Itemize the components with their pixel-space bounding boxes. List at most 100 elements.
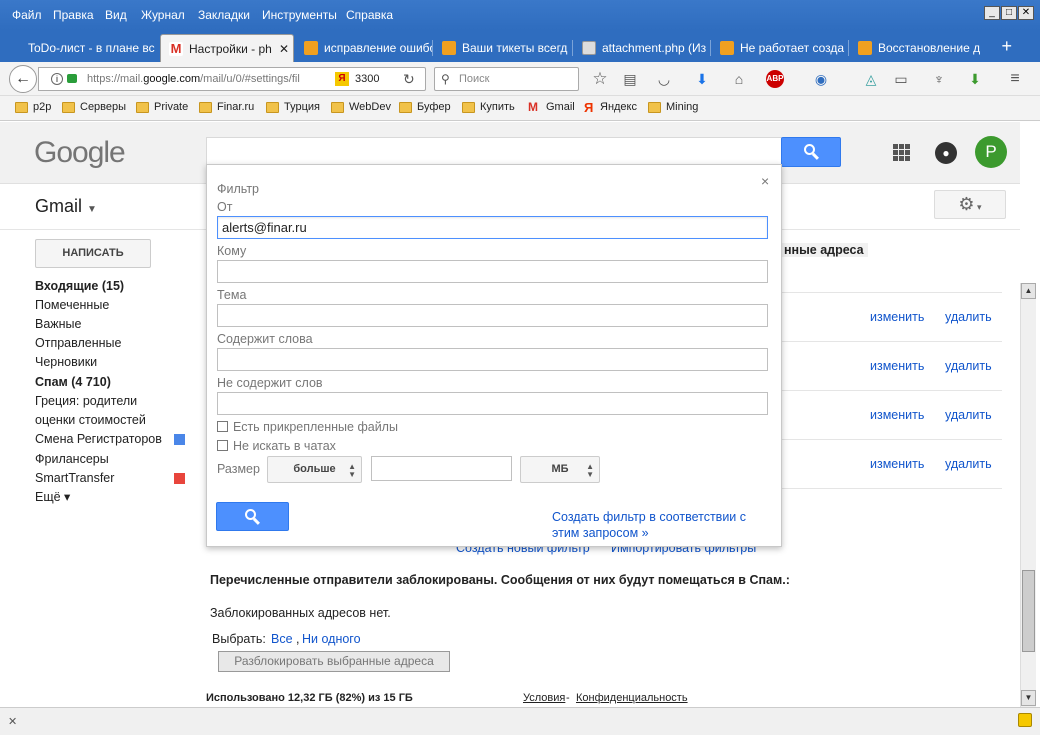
edit-filter-link[interactable]: изменить bbox=[870, 457, 924, 471]
edit-filter-link[interactable]: изменить bbox=[870, 408, 924, 422]
new-tab-button[interactable]: + bbox=[1001, 36, 1012, 57]
size-operator-select[interactable]: больше ▲ ▼ bbox=[267, 456, 362, 483]
gmail-menu[interactable]: Gmail ▼ bbox=[35, 196, 97, 217]
menu-tools[interactable]: Инструменты bbox=[262, 8, 337, 22]
size-unit-select[interactable]: МБ ▲ ▼ bbox=[520, 456, 600, 483]
avatar[interactable]: P bbox=[975, 136, 1007, 168]
adblock-icon[interactable]: ABP bbox=[766, 70, 784, 88]
scroll-thumb[interactable] bbox=[1022, 570, 1035, 652]
google-logo[interactable]: Google bbox=[34, 136, 126, 170]
bookmark-p2p[interactable]: p2p bbox=[15, 101, 51, 113]
delete-filter-link[interactable]: удалить bbox=[945, 457, 992, 471]
close-window-button[interactable]: ✕ bbox=[1018, 6, 1034, 20]
extension-icon[interactable]: ◉ bbox=[812, 70, 830, 88]
minimize-button[interactable]: _ bbox=[984, 6, 1000, 20]
nav-spam[interactable]: Спам (4 710) bbox=[35, 375, 111, 389]
close-tab-icon[interactable]: ✕ bbox=[279, 35, 289, 62]
back-button[interactable]: ← bbox=[9, 65, 37, 93]
pocket-icon[interactable]: ◡ bbox=[655, 70, 673, 88]
close-icon[interactable]: × bbox=[761, 173, 769, 189]
tab-not-working[interactable]: Не работает созда bbox=[712, 34, 848, 62]
create-filter-with-query-link[interactable]: Создать фильтр в соответствии с этим зап… bbox=[552, 509, 762, 541]
notifications-bell-icon[interactable]: ● bbox=[935, 142, 957, 164]
bookmark-webdev[interactable]: WebDev bbox=[331, 101, 391, 113]
tab-gmail-settings[interactable]: M Настройки - ph ✕ bbox=[160, 34, 294, 62]
select-none-link[interactable]: Ни одного bbox=[302, 632, 361, 646]
has-words-field[interactable] bbox=[217, 348, 768, 371]
browser-search-input[interactable]: ⚲ Поиск bbox=[434, 67, 579, 91]
filter-search-button[interactable] bbox=[216, 502, 289, 531]
screenshot-icon[interactable]: ▭ bbox=[892, 70, 910, 88]
url-bar[interactable]: i https://mail.google.com/mail/u/0/#sett… bbox=[38, 67, 426, 91]
nav-more[interactable]: Ещё ▾ bbox=[35, 489, 70, 504]
nav-drafts[interactable]: Черновики bbox=[35, 355, 97, 369]
from-field[interactable] bbox=[217, 216, 768, 239]
yandex-icon[interactable]: Я bbox=[335, 72, 349, 86]
compose-button[interactable]: НАПИСАТЬ bbox=[35, 239, 151, 268]
tab-todo[interactable]: ToDo-лист - в плане вс bbox=[0, 34, 160, 62]
download-icon[interactable]: ⬇ bbox=[693, 70, 711, 88]
apps-grid-icon[interactable] bbox=[893, 144, 910, 161]
menu-edit[interactable]: Правка bbox=[53, 8, 94, 22]
no-words-field[interactable] bbox=[217, 392, 768, 415]
mail-search-button[interactable] bbox=[781, 137, 841, 167]
scroll-down-arrow[interactable]: ▼ bbox=[1021, 690, 1036, 706]
edit-filter-link[interactable]: изменить bbox=[870, 310, 924, 324]
tab-recovery[interactable]: Восстановление д bbox=[850, 34, 982, 62]
bookmark-mining[interactable]: Mining bbox=[648, 101, 698, 113]
to-field[interactable] bbox=[217, 260, 768, 283]
bookmark-star-icon[interactable]: ☆ bbox=[591, 70, 609, 88]
tab-attachment[interactable]: attachment.php (Из bbox=[574, 34, 710, 62]
bookmark-buy[interactable]: Купить bbox=[462, 101, 515, 113]
menu-view[interactable]: Вид bbox=[105, 8, 127, 22]
nav-important[interactable]: Важные bbox=[35, 317, 82, 331]
nav-label-freelancers[interactable]: Фрилансеры bbox=[35, 452, 109, 466]
delete-filter-link[interactable]: удалить bbox=[945, 408, 992, 422]
tab-fix-errors[interactable]: исправление ошибо bbox=[296, 34, 432, 62]
bookmark-finar[interactable]: Finar.ru bbox=[199, 101, 254, 113]
select-all-link[interactable]: Все bbox=[271, 632, 293, 646]
size-value-field[interactable] bbox=[371, 456, 512, 481]
no-chats-checkbox[interactable] bbox=[217, 440, 228, 451]
nav-sent[interactable]: Отправленные bbox=[35, 336, 121, 350]
menu-file[interactable]: Файл bbox=[12, 8, 42, 22]
edit-filter-link[interactable]: изменить bbox=[870, 359, 924, 373]
info-icon[interactable]: i bbox=[51, 73, 63, 85]
bookmark-turkey[interactable]: Турция bbox=[266, 101, 320, 113]
menu-history[interactable]: Журнал bbox=[141, 8, 185, 22]
bookmark-servers[interactable]: Серверы bbox=[62, 101, 126, 113]
nav-label-smarttransfer[interactable]: SmartTransfer bbox=[35, 471, 114, 485]
subject-field[interactable] bbox=[217, 304, 768, 327]
has-attachment-checkbox[interactable] bbox=[217, 421, 228, 432]
scroll-up-arrow[interactable]: ▲ bbox=[1021, 283, 1036, 299]
bookmark-private[interactable]: Private bbox=[136, 101, 188, 113]
menu-help[interactable]: Справка bbox=[346, 8, 393, 22]
extension-download-icon[interactable]: ⬇ bbox=[966, 70, 984, 88]
settings-gear-button[interactable]: ⚙ ▾ bbox=[934, 190, 1006, 219]
reading-list-icon[interactable]: ▤ bbox=[621, 70, 639, 88]
tab-tickets[interactable]: Ваши тикеты всегд bbox=[434, 34, 572, 62]
extension-cat-icon[interactable]: ♆ bbox=[930, 70, 948, 88]
delete-filter-link[interactable]: удалить bbox=[945, 310, 992, 324]
home-icon[interactable]: ⌂ bbox=[730, 70, 748, 88]
privacy-link[interactable]: Конфиденциальность bbox=[576, 692, 688, 704]
delete-filter-link[interactable]: удалить bbox=[945, 359, 992, 373]
nav-label-estimates[interactable]: оценки стоимостей bbox=[35, 413, 146, 427]
page-scrollbar[interactable]: ▲ ▼ bbox=[1020, 283, 1036, 707]
menu-hamburger-icon[interactable]: ≡ bbox=[1006, 70, 1024, 88]
nav-label-greece[interactable]: Греция: родители bbox=[35, 394, 137, 408]
mail-search-input[interactable] bbox=[206, 137, 782, 167]
bookmark-buffer[interactable]: Буфер bbox=[399, 101, 451, 113]
extension-drop-icon[interactable]: ◬ bbox=[862, 70, 880, 88]
unblock-button[interactable]: Разблокировать выбранные адреса bbox=[218, 651, 450, 672]
menu-bookmarks[interactable]: Закладки bbox=[198, 8, 250, 22]
maximize-button[interactable]: □ bbox=[1001, 6, 1017, 20]
terms-link[interactable]: Условия bbox=[523, 692, 565, 704]
nav-starred[interactable]: Помеченные bbox=[35, 298, 109, 312]
bookmark-yandex[interactable]: Я Яндекс bbox=[582, 100, 637, 115]
nav-label-registrars[interactable]: Смена Регистраторов bbox=[35, 432, 162, 446]
nav-inbox[interactable]: Входящие (15) bbox=[35, 279, 124, 293]
reload-icon[interactable]: ↻ bbox=[403, 68, 415, 90]
close-findbar-icon[interactable]: ✕ bbox=[8, 715, 17, 728]
bookmark-gmail[interactable]: M Gmail bbox=[528, 100, 575, 114]
